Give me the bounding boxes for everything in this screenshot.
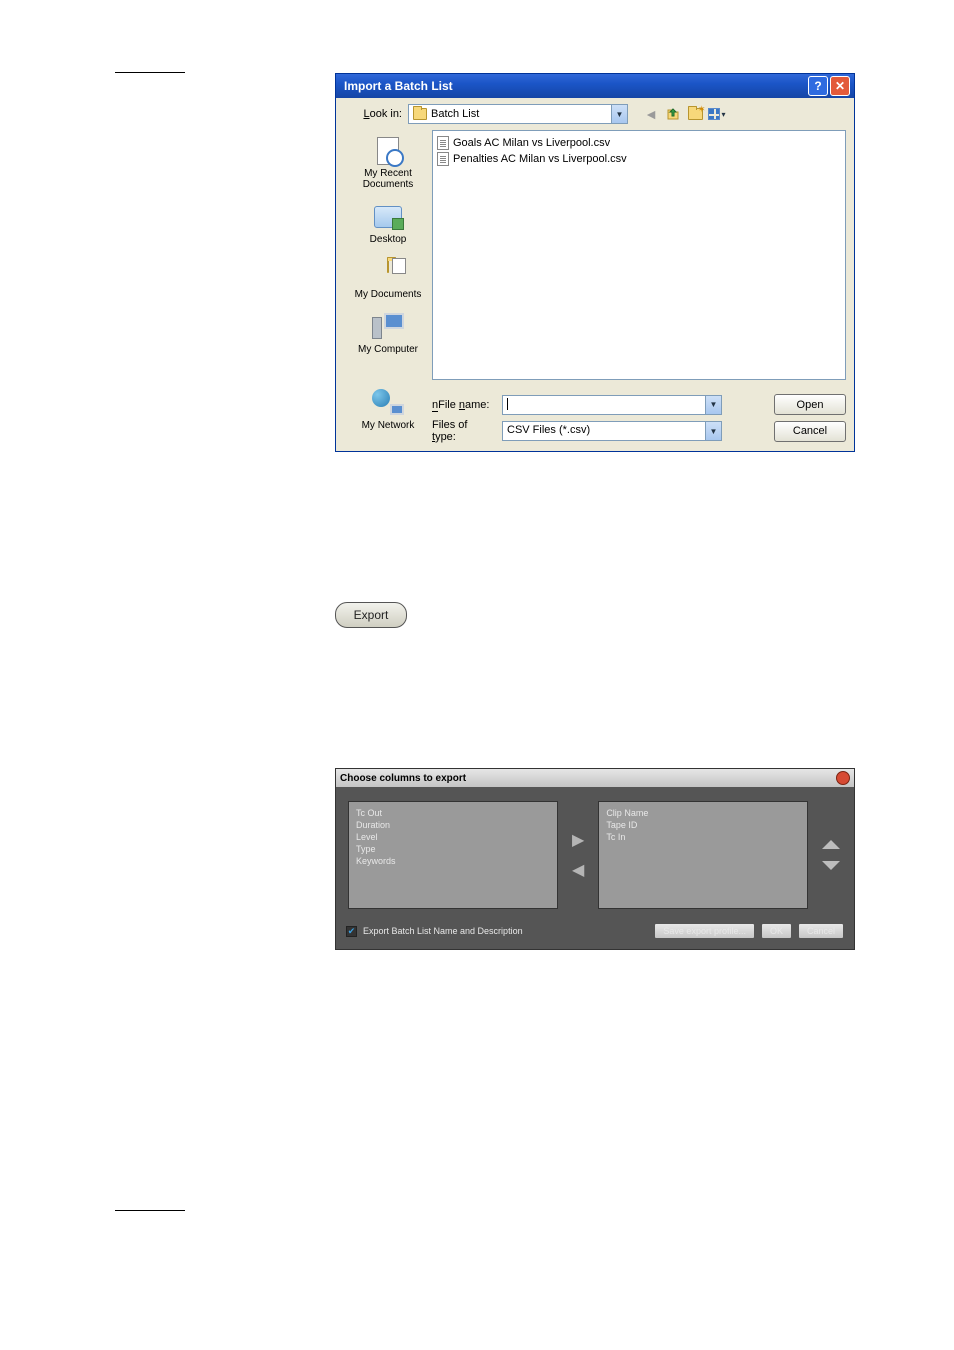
move-up-button[interactable] <box>822 840 840 849</box>
file-name: Goals AC Milan vs Liverpool.csv <box>453 137 610 149</box>
desktop-icon <box>374 206 402 228</box>
help-button[interactable]: ? <box>808 76 828 96</box>
list-item[interactable]: Keywords <box>356 855 550 867</box>
file-item[interactable]: Goals AC Milan vs Liverpool.csv <box>437 135 841 151</box>
recent-documents-icon <box>377 137 399 165</box>
new-folder-button[interactable] <box>686 105 704 123</box>
file-item[interactable]: Penalties AC Milan vs Liverpool.csv <box>437 151 841 167</box>
divider-top <box>115 72 185 73</box>
list-item[interactable]: Tape ID <box>606 819 800 831</box>
filename-input[interactable]: ▼ <box>502 395 722 415</box>
list-item[interactable]: Tc In <box>606 831 800 843</box>
list-item[interactable]: Tc Out <box>356 807 550 819</box>
cancel-button[interactable]: Cancel <box>798 923 844 939</box>
list-item[interactable]: Level <box>356 831 550 843</box>
filetype-value: CSV Files (*.csv) <box>507 424 590 436</box>
cancel-button[interactable]: Cancel <box>774 421 846 442</box>
chevron-down-icon[interactable]: ▼ <box>705 422 721 440</box>
lookin-dropdown[interactable]: Batch List ▼ <box>408 104 628 124</box>
chevron-down-icon[interactable]: ▼ <box>705 396 721 414</box>
import-batch-list-dialog: Import a Batch List ? ✕ Look in: Batch L… <box>335 73 855 452</box>
export-name-description-checkbox[interactable]: ✔ <box>346 926 357 937</box>
file-icon <box>437 136 449 150</box>
place-my-documents[interactable]: My Documents <box>355 257 422 300</box>
save-export-profile-button[interactable]: Save export profile... <box>654 923 755 939</box>
list-item[interactable]: Clip Name <box>606 807 800 819</box>
checkbox-label: Export Batch List Name and Description <box>363 926 523 936</box>
move-down-button[interactable] <box>822 861 840 870</box>
dialog-titlebar: Import a Batch List ? ✕ <box>336 74 854 98</box>
dialog-title: Choose columns to export <box>340 773 466 784</box>
my-documents-icon <box>373 260 403 284</box>
file-list[interactable]: Goals AC Milan vs Liverpool.csv Penaltie… <box>432 130 846 380</box>
available-columns-list[interactable]: Tc Out Duration Level Type Keywords <box>348 801 558 909</box>
list-item[interactable]: Type <box>356 843 550 855</box>
open-button[interactable]: Open <box>774 394 846 415</box>
chevron-down-icon[interactable]: ▼ <box>611 105 627 123</box>
my-computer-icon <box>372 313 404 341</box>
lookin-value: Batch List <box>431 108 479 120</box>
filename-label: nFile name:File name: <box>432 399 494 411</box>
my-network-icon <box>372 389 404 417</box>
dialog-titlebar: Choose columns to export <box>336 769 854 787</box>
folder-icon <box>413 108 427 120</box>
remove-column-button[interactable]: ◀ <box>572 860 584 880</box>
place-recent-documents[interactable]: My Recent Documents <box>344 136 432 190</box>
close-button[interactable]: ✕ <box>830 76 850 96</box>
place-my-network[interactable]: My Network <box>362 388 415 431</box>
close-button[interactable] <box>836 771 850 785</box>
place-my-computer[interactable]: My Computer <box>358 312 418 355</box>
up-one-level-button[interactable] <box>664 105 682 123</box>
place-desktop[interactable]: Desktop <box>370 202 407 245</box>
choose-columns-dialog: Choose columns to export Tc Out Duration… <box>335 768 855 950</box>
file-icon <box>437 152 449 166</box>
lookin-label: Look in: <box>344 108 402 120</box>
file-name: Penalties AC Milan vs Liverpool.csv <box>453 153 627 165</box>
divider-bottom <box>115 1210 185 1211</box>
export-button[interactable]: Export <box>335 602 407 628</box>
dialog-title: Import a Batch List <box>344 79 806 93</box>
selected-columns-list[interactable]: Clip Name Tape ID Tc In <box>598 801 808 909</box>
views-menu-button[interactable]: ▾ <box>708 105 726 123</box>
filetype-label: Files of type: <box>432 419 494 443</box>
list-item[interactable]: Duration <box>356 819 550 831</box>
filetype-dropdown[interactable]: CSV Files (*.csv) ▼ <box>502 421 722 441</box>
add-column-button[interactable]: ▶ <box>572 830 584 850</box>
ok-button[interactable]: OK <box>761 923 792 939</box>
back-button[interactable]: ◄ <box>642 105 660 123</box>
